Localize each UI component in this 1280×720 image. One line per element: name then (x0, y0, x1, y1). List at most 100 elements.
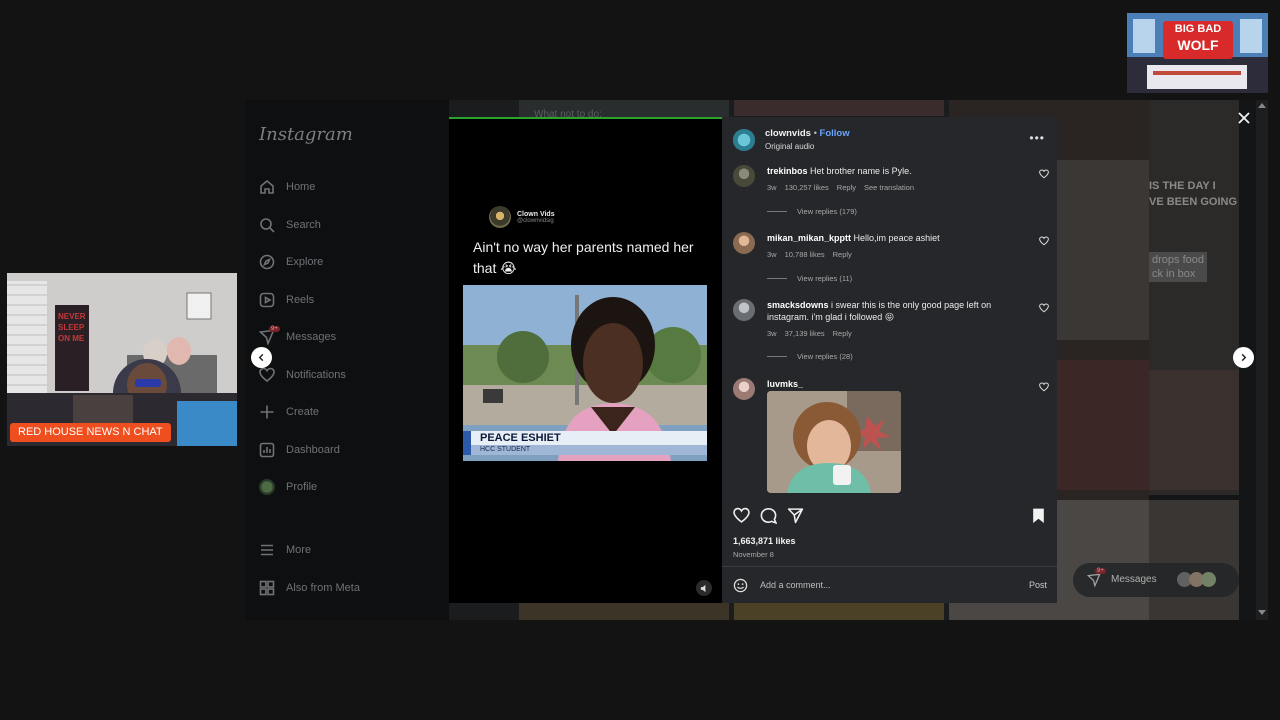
feed-tile[interactable] (1149, 500, 1239, 620)
sidebar: Instagram Home Search Explore Reels 9+ M… (245, 100, 449, 620)
video-caption: Ain't no way her parents named her that … (473, 239, 694, 276)
messages-pill[interactable]: 9+ Messages (1073, 563, 1239, 597)
logo-line-1: BIG BAD (1174, 23, 1222, 35)
gif-scene (767, 391, 901, 493)
see-translation-link[interactable]: See translation (864, 182, 914, 194)
stream-channel-label: RED HOUSE NEWS N CHAT (10, 423, 171, 442)
view-replies-label: View replies (11) (797, 274, 853, 283)
comment-body: smacksdowns i swear this is the only goo… (767, 299, 1027, 340)
speaker-icon (700, 584, 705, 592)
comment-bubble-icon[interactable] (760, 507, 777, 524)
view-replies-button[interactable]: View replies (28) (767, 352, 853, 361)
comment-like-heart-icon[interactable] (1039, 303, 1049, 313)
comment-likes[interactable]: 130,257 likes (785, 182, 829, 194)
sidebar-item-also-from-meta[interactable]: Also from Meta (259, 578, 360, 598)
sidebar-item-dashboard[interactable]: Dashboard (259, 440, 340, 460)
scroll-up-arrow[interactable] (1258, 103, 1266, 108)
sidebar-item-explore[interactable]: Explore (259, 252, 323, 272)
post-likes-count[interactable]: 1,663,871 likes (733, 536, 796, 546)
sidebar-item-reels[interactable]: Reels (259, 290, 314, 310)
commenter-avatar[interactable] (733, 378, 755, 400)
sidebar-item-create[interactable]: Create (259, 402, 319, 422)
follow-button[interactable]: Follow (820, 128, 850, 139)
big-bad-wolf-logo: BIG BAD WOLF (1127, 13, 1268, 93)
comment-username[interactable]: mikan_mikan_kpptt (767, 233, 851, 243)
author-username[interactable]: clownvids (765, 128, 811, 139)
emoji-icon[interactable] (733, 578, 748, 593)
feed-tile[interactable]: IS THE DAY I VE BEEN GOING drops food ck… (1149, 100, 1239, 495)
author-avatar[interactable] (733, 129, 755, 151)
sidebar-item-home[interactable]: Home (259, 177, 315, 197)
view-replies-button[interactable]: View replies (179) (767, 207, 857, 216)
scrollbar[interactable] (1256, 100, 1268, 620)
comment-like-heart-icon[interactable] (1039, 169, 1049, 179)
sidebar-item-label: Search (286, 219, 321, 231)
comment-username[interactable]: smacksdowns (767, 300, 829, 310)
comment-reply-button[interactable]: Reply (833, 328, 852, 340)
scroll-down-arrow[interactable] (1258, 610, 1266, 615)
instagram-logo[interactable]: Instagram (259, 124, 353, 145)
messenger-icon (1087, 573, 1101, 587)
webcam-overlay: NEVER SLEEP ON ME (7, 273, 237, 446)
sidebar-item-search[interactable]: Search (259, 215, 321, 235)
sidebar-item-label: Messages (286, 331, 337, 343)
commenter-avatar[interactable] (733, 165, 755, 187)
next-post-button[interactable] (1233, 347, 1254, 368)
like-heart-icon[interactable] (733, 507, 750, 524)
bookmark-save-icon[interactable] (1030, 507, 1047, 524)
feed-tile[interactable] (734, 100, 944, 116)
author-line: clownvids • Follow (765, 128, 850, 139)
add-comment-row: Post (733, 577, 1047, 595)
comment-text: Hello,im peace ashiet (853, 233, 940, 243)
view-replies-button[interactable]: View replies (11) (767, 274, 852, 283)
comment-likes[interactable]: 10,788 likes (785, 249, 825, 261)
replies-divider-line (767, 278, 787, 279)
previous-post-button[interactable] (251, 347, 272, 368)
sidebar-item-messages[interactable]: 9+ Messages (258, 326, 337, 347)
webcam-poster-text: NEVER SLEEP ON ME (58, 312, 86, 343)
commenter-avatar[interactable] (733, 232, 755, 254)
comment-username[interactable]: trekinbos (767, 166, 808, 176)
comment-like-heart-icon[interactable] (1039, 236, 1049, 246)
compass-icon (259, 254, 275, 270)
comment-likes[interactable]: 37,139 likes (785, 328, 825, 340)
replies-divider-line (767, 356, 787, 357)
sidebar-item-label: Explore (286, 256, 324, 268)
comment-username[interactable]: luvmks_ (767, 379, 803, 389)
screen: Instagram Home Search Explore Reels 9+ M… (0, 0, 1280, 720)
post-author-header: clownvids • Follow Original audio ••• (722, 117, 1057, 159)
comment-age: 3w (767, 250, 777, 259)
commenter-avatar[interactable] (733, 299, 755, 321)
feed-tile[interactable]: What not to do: (519, 100, 729, 120)
video-author-avatar (489, 206, 511, 228)
messages-pill-badge: 9+ (1095, 568, 1106, 574)
more-options-icon[interactable]: ••• (1029, 131, 1045, 145)
reels-icon (259, 292, 275, 308)
sidebar-item-profile[interactable]: Profile (259, 477, 317, 497)
chevron-right-icon (1241, 353, 1247, 362)
mute-button[interactable] (696, 580, 712, 596)
sidebar-item-more[interactable]: More (259, 540, 311, 560)
close-icon[interactable] (1236, 110, 1252, 126)
feed-tile-text: IS THE DAY I VE BEEN GOING (1149, 180, 1238, 208)
menu-icon (261, 544, 273, 556)
comment-input[interactable] (760, 580, 1000, 590)
sidebar-item-label: Notifications (286, 369, 346, 381)
comment-body: mikan_mikan_kpptt Hello,im peace ashiet … (767, 232, 1027, 261)
sidebar-item-notifications[interactable]: Notifications (259, 365, 346, 385)
video-author-handle: @clownvidsig (517, 217, 554, 224)
comment-like-heart-icon[interactable] (1039, 382, 1049, 392)
comment-gif-image[interactable] (767, 391, 901, 493)
share-send-icon[interactable] (787, 507, 804, 524)
post-comment-button[interactable]: Post (1029, 580, 1047, 590)
reel-video-player[interactable]: Clown Vids @clownvidsig Ain't no way her… (449, 117, 722, 603)
comment-body: trekinbos Het brother name is Pyle. 3w 1… (767, 165, 1027, 194)
comment-reply-button[interactable]: Reply (833, 249, 852, 261)
view-replies-label: View replies (28) (797, 352, 853, 361)
comment-reply-button[interactable]: Reply (837, 182, 856, 194)
original-audio-link[interactable]: Original audio (765, 142, 814, 151)
webcam-scene (7, 273, 237, 446)
video-post-header: Clown Vids @clownvidsig (489, 206, 555, 228)
sidebar-item-label: Dashboard (286, 444, 340, 456)
home-icon (260, 179, 274, 194)
